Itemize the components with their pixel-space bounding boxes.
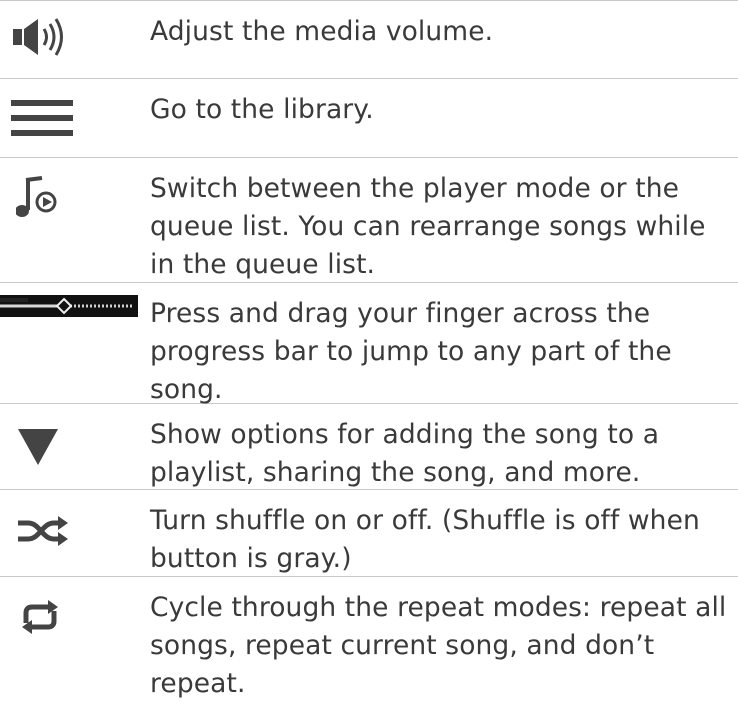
dropdown-arrow-icon [18,429,58,465]
repeat-icon [22,600,58,634]
description-text: Press and drag your finger across the pr… [150,298,672,405]
description-text: Turn shuffle on or off. (Shuffle is off … [150,505,700,574]
table-row: Press and drag your finger across the pr… [0,283,738,405]
table-row: Adjust the media volume. [0,1,738,79]
description-text: Show options for adding the song to a pl… [150,419,660,488]
queue-music-icon [16,176,57,217]
description-text: Switch between the player mode or the qu… [150,173,706,280]
volume-icon [13,18,63,56]
table-row: Switch between the player mode or the qu… [0,158,738,283]
table-row: Go to the library. [0,79,738,158]
table-row: Cycle through the repeat modes: repeat a… [0,577,738,710]
shuffle-icon [18,516,68,546]
controls-table: Adjust the media volume. Go to the libra… [0,0,738,710]
library-menu-icon [11,100,73,136]
progress-bar-icon [0,295,138,317]
description-text: Go to the library. [150,94,374,125]
table-row: Turn shuffle on or off. (Shuffle is off … [0,490,738,577]
table-row: Show options for adding the song to a pl… [0,404,738,490]
description-text: Adjust the media volume. [150,16,494,47]
description-text: Cycle through the repeat modes: repeat a… [150,592,727,699]
